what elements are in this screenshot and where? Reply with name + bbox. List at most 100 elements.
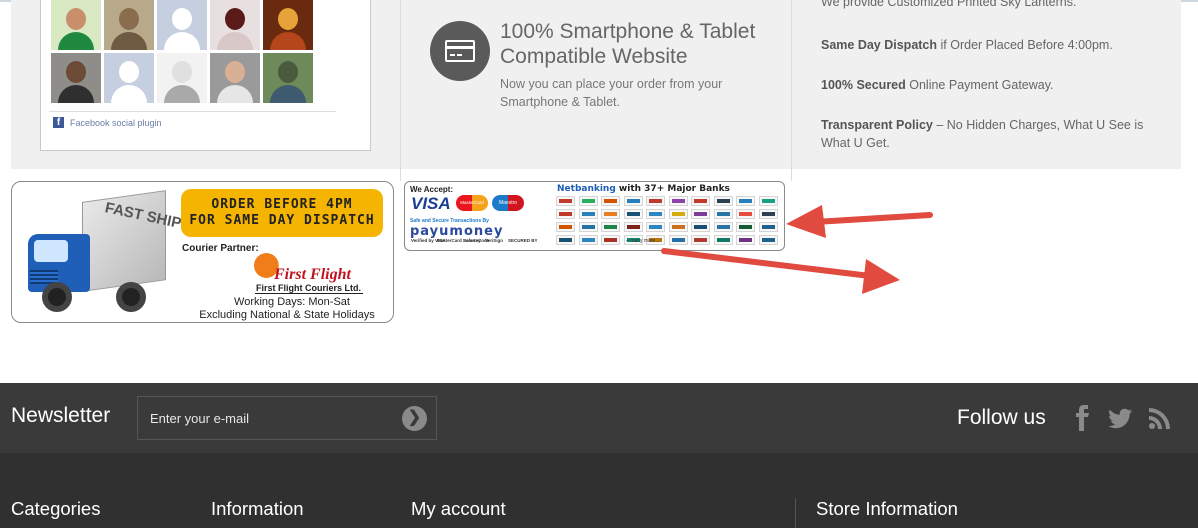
newsletter-email-input[interactable] (137, 396, 437, 440)
bank-logo (736, 196, 755, 206)
bank-logo (556, 209, 575, 219)
facebook-fan-avatar[interactable] (210, 0, 260, 50)
facebook-fan-grid (51, 0, 313, 103)
facebook-fan-avatar[interactable] (104, 53, 154, 103)
bank-logo-mark (604, 238, 617, 242)
avatar-body (111, 32, 147, 50)
bank-logo-mark (559, 199, 572, 203)
facebook-divider (49, 111, 336, 112)
bank-logo-mark (559, 238, 572, 242)
bank-logo-mark (739, 225, 752, 229)
bank-logo (691, 222, 710, 232)
payumoney-logo: payumoney (410, 224, 504, 239)
facebook-fan-avatar[interactable] (263, 0, 313, 50)
bank-logo-mark (671, 199, 685, 203)
bank-logo (556, 235, 575, 245)
facebook-plugin-link[interactable]: f Facebook social plugin (53, 117, 162, 128)
bank-logo-mark (694, 212, 707, 216)
facebook-icon[interactable] (1068, 404, 1096, 432)
footer-heading-my-account: My account (411, 498, 506, 519)
promise-text: We provide Customized Printed Sky Lanter… (821, 0, 1077, 9)
promise-item: Same Day Dispatch if Order Placed Before… (821, 36, 1161, 54)
facebook-fan-avatar[interactable] (51, 0, 101, 50)
bank-logo-mark (694, 199, 707, 203)
bank-logo-mark (739, 199, 752, 203)
courier-underline (255, 293, 363, 294)
courier-full-name: First Flight Couriers Ltd. (256, 283, 361, 293)
avatar-head (225, 8, 245, 30)
facebook-fan-avatar[interactable] (210, 53, 260, 103)
facebook-fan-avatar[interactable] (104, 0, 154, 50)
avatar-head (172, 8, 192, 30)
bank-logo-mark (626, 199, 640, 203)
promise-item: We provide Customized Printed Sky Lanter… (821, 0, 1161, 11)
facebook-fan-avatar[interactable] (263, 53, 313, 103)
promise-bold: Transparent Policy (821, 118, 933, 132)
truck-window (34, 240, 68, 262)
bank-logo (623, 222, 643, 232)
order-deadline-badge: ORDER BEFORE 4PM FOR SAME DAY DISPATCH (181, 189, 383, 237)
courier-name: First Flight (274, 266, 351, 283)
netbanking-label: Netbanking (557, 184, 616, 194)
bank-logo (713, 209, 733, 219)
netbanking-suffix: with 37+ Major Banks (618, 184, 730, 194)
promise-text: Online Payment Gateway. (905, 78, 1054, 92)
bank-logo-mark (761, 199, 775, 203)
bank-logo-mark (604, 225, 617, 229)
bank-logo (601, 222, 620, 232)
arrow-left-icon (786, 205, 933, 238)
bank-logo (668, 196, 688, 206)
bank-logo (758, 235, 778, 245)
avatar-head (66, 8, 86, 30)
bank-logo-mark (761, 212, 775, 216)
bank-logo (578, 209, 598, 219)
bank-logo (736, 209, 755, 219)
avatar-body (270, 85, 306, 103)
bank-logo-mark (739, 212, 752, 216)
facebook-fan-avatar[interactable] (157, 0, 207, 50)
order-line-1: ORDER BEFORE 4PM (211, 197, 353, 212)
bank-logo-mark (626, 212, 640, 216)
bank-logo (713, 222, 733, 232)
avatar-body (270, 32, 306, 50)
bank-logo-mark (739, 238, 752, 242)
facebook-icon: f (53, 117, 64, 128)
payment-methods-banner: We Accept: VISA MasterCard Maestro Safe … (404, 181, 785, 251)
arrow-right-icon (661, 248, 900, 294)
bank-logo (668, 209, 688, 219)
facebook-fan-avatar[interactable] (51, 53, 101, 103)
facebook-like-box: f Facebook social plugin (40, 0, 371, 151)
promise-item: 100% Secured Online Payment Gateway. (821, 76, 1161, 94)
rss-icon[interactable] (1146, 404, 1174, 432)
facebook-plugin-label: Facebook social plugin (70, 117, 162, 128)
newsletter-submit-button[interactable]: ❯ (402, 406, 427, 431)
footer-heading-categories: Categories (11, 498, 101, 519)
bank-logo (713, 235, 733, 245)
footer: Categories Information My account Store … (0, 453, 1198, 528)
bank-logo-mark (649, 199, 662, 203)
avatar-body (217, 85, 253, 103)
promise-bold: 100% Secured (821, 78, 906, 92)
chevron-right-icon: ❯ (407, 409, 422, 426)
bank-logo-mark (694, 225, 707, 229)
bank-logo-mark (716, 225, 730, 229)
promise-bold: Same Day Dispatch (821, 38, 938, 52)
bank-logo (691, 196, 710, 206)
facebook-fan-avatar[interactable] (157, 53, 207, 103)
bank-logo (713, 196, 733, 206)
we-accept-label: We Accept: (410, 185, 454, 194)
bank-logo-mark (559, 212, 572, 216)
bank-logo-mark (559, 225, 572, 229)
bank-logo (758, 209, 778, 219)
twitter-icon[interactable] (1106, 404, 1134, 432)
avatar-body (111, 85, 147, 103)
netbanking-heading: Netbanking with 37+ Major Banks (557, 184, 730, 194)
truck-wheel (42, 282, 72, 312)
maestro-logo: Maestro (492, 195, 524, 211)
verified-badge: SafeKey (463, 238, 481, 243)
avatar-head (66, 61, 86, 83)
bank-logo-mark (671, 212, 685, 216)
bank-logo (556, 196, 575, 206)
promise-item: Transparent Policy – No Hidden Charges, … (821, 116, 1161, 152)
bank-logo-mark (581, 199, 595, 203)
